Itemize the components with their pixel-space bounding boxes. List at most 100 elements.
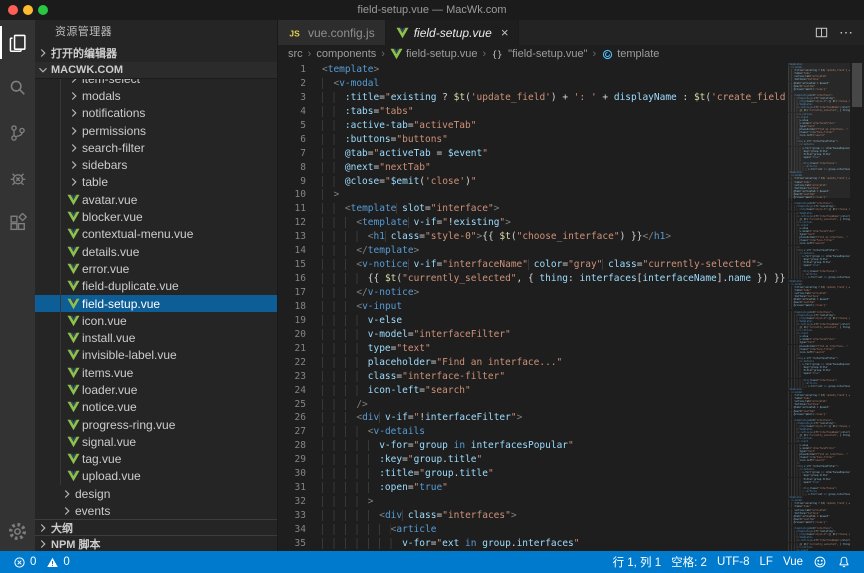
tab-vue-config-js[interactable]: JSvue.config.js	[278, 20, 386, 45]
editor-line-31[interactable]: 31 :open="true"	[278, 481, 864, 495]
tree-item-upload-vue[interactable]: upload.vue	[35, 468, 277, 485]
editor-line-6[interactable]: 6 :buttons="buttons"	[278, 133, 864, 147]
tree-item-modals[interactable]: modals	[35, 87, 277, 104]
editor-line-35[interactable]: 35 v-for="ext in group.interfaces"	[278, 537, 864, 551]
tree-item-items-vue[interactable]: items.vue	[35, 364, 277, 381]
editor-line-19[interactable]: 19 v-else	[278, 314, 864, 328]
activity-item-explorer[interactable]	[0, 20, 35, 65]
tree-item-details-vue[interactable]: details.vue	[35, 243, 277, 260]
breadcrumb-item-components[interactable]: components	[316, 48, 376, 60]
editor-line-21[interactable]: 21 type="text"	[278, 342, 864, 356]
tab-close-icon[interactable]: ×	[501, 26, 509, 39]
editor-line-33[interactable]: 33 <div class="interfaces">	[278, 509, 864, 523]
close-window-button[interactable]	[8, 5, 18, 15]
editor-line-12[interactable]: 12 <template v-if="!existing">	[278, 216, 864, 230]
tree-item-notifications[interactable]: notifications	[35, 105, 277, 122]
tree-item-invisible-label-vue[interactable]: invisible-label.vue	[35, 347, 277, 364]
editor-line-8[interactable]: 8 @next="nextTab"	[278, 161, 864, 175]
status-notifications[interactable]	[832, 551, 856, 573]
breadcrumb-item-template[interactable]: template	[601, 48, 659, 61]
editor-line-28[interactable]: 28 v-for="group in interfacesPopular"	[278, 439, 864, 453]
more-actions-button[interactable]: ⋯	[839, 24, 854, 41]
editor-line-14[interactable]: 14 </template>	[278, 244, 864, 258]
status-indentation[interactable]: 空格: 2	[666, 551, 712, 573]
activity-item-manage[interactable]	[0, 511, 35, 551]
tree-item-item-select[interactable]: item-select	[35, 79, 277, 87]
split-editor-button[interactable]	[814, 25, 829, 40]
breadcrumb-item-field-setup-vue[interactable]: field-setup.vue	[390, 48, 478, 60]
editor-line-10[interactable]: 10 >	[278, 188, 864, 202]
tree-item-notice-vue[interactable]: notice.vue	[35, 399, 277, 416]
status-feedback[interactable]	[808, 551, 832, 573]
editor-line-7[interactable]: 7 @tab="activeTab = $event"	[278, 147, 864, 161]
tree-item-tag-vue[interactable]: tag.vue	[35, 451, 277, 468]
section-npm-scripts[interactable]: NPM 脚本	[35, 535, 277, 551]
tree-item-avatar-vue[interactable]: avatar.vue	[35, 191, 277, 208]
tree-item-sidebars[interactable]: sidebars	[35, 156, 277, 173]
tree-item-table[interactable]: table	[35, 174, 277, 191]
tree-item-permissions[interactable]: permissions	[35, 122, 277, 139]
editor-line-16[interactable]: 16 {{ $t("currently_selected", { thing: …	[278, 272, 864, 286]
status-eol[interactable]: LF	[755, 551, 778, 573]
line-number: 14	[278, 244, 306, 258]
tree-item-design[interactable]: design	[35, 485, 277, 502]
tree-item-search-filter[interactable]: search-filter	[35, 139, 277, 156]
tab-field-setup-vue[interactable]: field-setup.vue×	[386, 20, 520, 45]
editor-line-5[interactable]: 5 :active-tab="activeTab"	[278, 119, 864, 133]
activity-item-debug[interactable]	[0, 155, 35, 200]
section-outline[interactable]: 大纲	[35, 519, 277, 535]
editor-line-29[interactable]: 29 :key="group.title"	[278, 453, 864, 467]
tree-item-icon-vue[interactable]: icon.vue	[35, 312, 277, 329]
line-content: </v-notice>	[306, 286, 419, 300]
activity-item-source-control[interactable]	[0, 110, 35, 155]
tree-item-error-vue[interactable]: error.vue	[35, 260, 277, 277]
breadcrumb-item-src[interactable]: src	[288, 48, 303, 60]
editor-line-27[interactable]: 27 <v-details	[278, 425, 864, 439]
editor-line-22[interactable]: 22 placeholder="Find an interface..."	[278, 356, 864, 370]
editor-line-25[interactable]: 25 />	[278, 398, 864, 412]
tree-item-loader-vue[interactable]: loader.vue	[35, 381, 277, 398]
editor-line-17[interactable]: 17 </v-notice>	[278, 286, 864, 300]
minimap[interactable]: <template> <v-modal :title="existing ? $…	[788, 63, 850, 551]
editor-line-3[interactable]: 3 :title="existing ? $t('update_field') …	[278, 91, 864, 105]
activity-item-extensions[interactable]	[0, 200, 35, 245]
editor-line-26[interactable]: 26 <div v-if="!interfaceFilter">	[278, 411, 864, 425]
section-open-editors[interactable]: 打开的编辑器	[35, 44, 277, 62]
editor-line-11[interactable]: 11 <template slot="interface">	[278, 202, 864, 216]
editor-line-32[interactable]: 32 >	[278, 495, 864, 509]
editor-line-2[interactable]: 2 <v-modal	[278, 77, 864, 91]
tree-item-events[interactable]: events	[35, 502, 277, 519]
editor-line-9[interactable]: 9 @close="$emit('close')"	[278, 175, 864, 189]
editor-line-20[interactable]: 20 v-model="interfaceFilter"	[278, 328, 864, 342]
tree-item-field-setup-vue[interactable]: field-setup.vue	[35, 295, 277, 312]
status-errors[interactable]: 0	[8, 551, 41, 573]
editor-line-1[interactable]: 1<template>	[278, 63, 864, 77]
activity-item-search[interactable]	[0, 65, 35, 110]
zoom-window-button[interactable]	[38, 5, 48, 15]
tree-item-progress-ring-vue[interactable]: progress-ring.vue	[35, 416, 277, 433]
status-encoding[interactable]: UTF-8	[712, 551, 755, 573]
editor-line-13[interactable]: 13 <h1 class="style-0">{{ $t("choose_int…	[278, 230, 864, 244]
breadcrumb-item-field-setup-vue[interactable]: {}"field-setup.vue"	[491, 47, 587, 61]
editor-line-15[interactable]: 15 <v-notice v-if="interfaceName" color=…	[278, 258, 864, 272]
minimap-slider[interactable]	[788, 63, 850, 198]
section-root-folder[interactable]: MACWK.COM	[35, 62, 277, 79]
minimize-window-button[interactable]	[23, 5, 33, 15]
editor-line-34[interactable]: 34 <article	[278, 523, 864, 537]
status-language-mode[interactable]: Vue	[778, 551, 808, 573]
editor-line-24[interactable]: 24 icon-left="search"	[278, 384, 864, 398]
scrollbar-thumb[interactable]	[852, 63, 862, 107]
editor-line-30[interactable]: 30 :title="group.title"	[278, 467, 864, 481]
tree-item-signal-vue[interactable]: signal.vue	[35, 433, 277, 450]
tree-item-field-duplicate-vue[interactable]: field-duplicate.vue	[35, 278, 277, 295]
editor-line-4[interactable]: 4 :tabs="tabs"	[278, 105, 864, 119]
tree-item-contextual-menu-vue[interactable]: contextual-menu.vue	[35, 226, 277, 243]
editor-line-18[interactable]: 18 <v-input	[278, 300, 864, 314]
code-editor[interactable]: 1<template>2 <v-modal3 :title="existing …	[278, 63, 864, 551]
tree-item-blocker-vue[interactable]: blocker.vue	[35, 208, 277, 225]
editor-line-23[interactable]: 23 class="interface-filter"	[278, 370, 864, 384]
vertical-scrollbar[interactable]	[850, 63, 864, 551]
tree-item-install-vue[interactable]: install.vue	[35, 329, 277, 346]
status-warnings[interactable]: 0	[41, 551, 74, 573]
status-cursor-position[interactable]: 行 1, 列 1	[608, 551, 667, 573]
